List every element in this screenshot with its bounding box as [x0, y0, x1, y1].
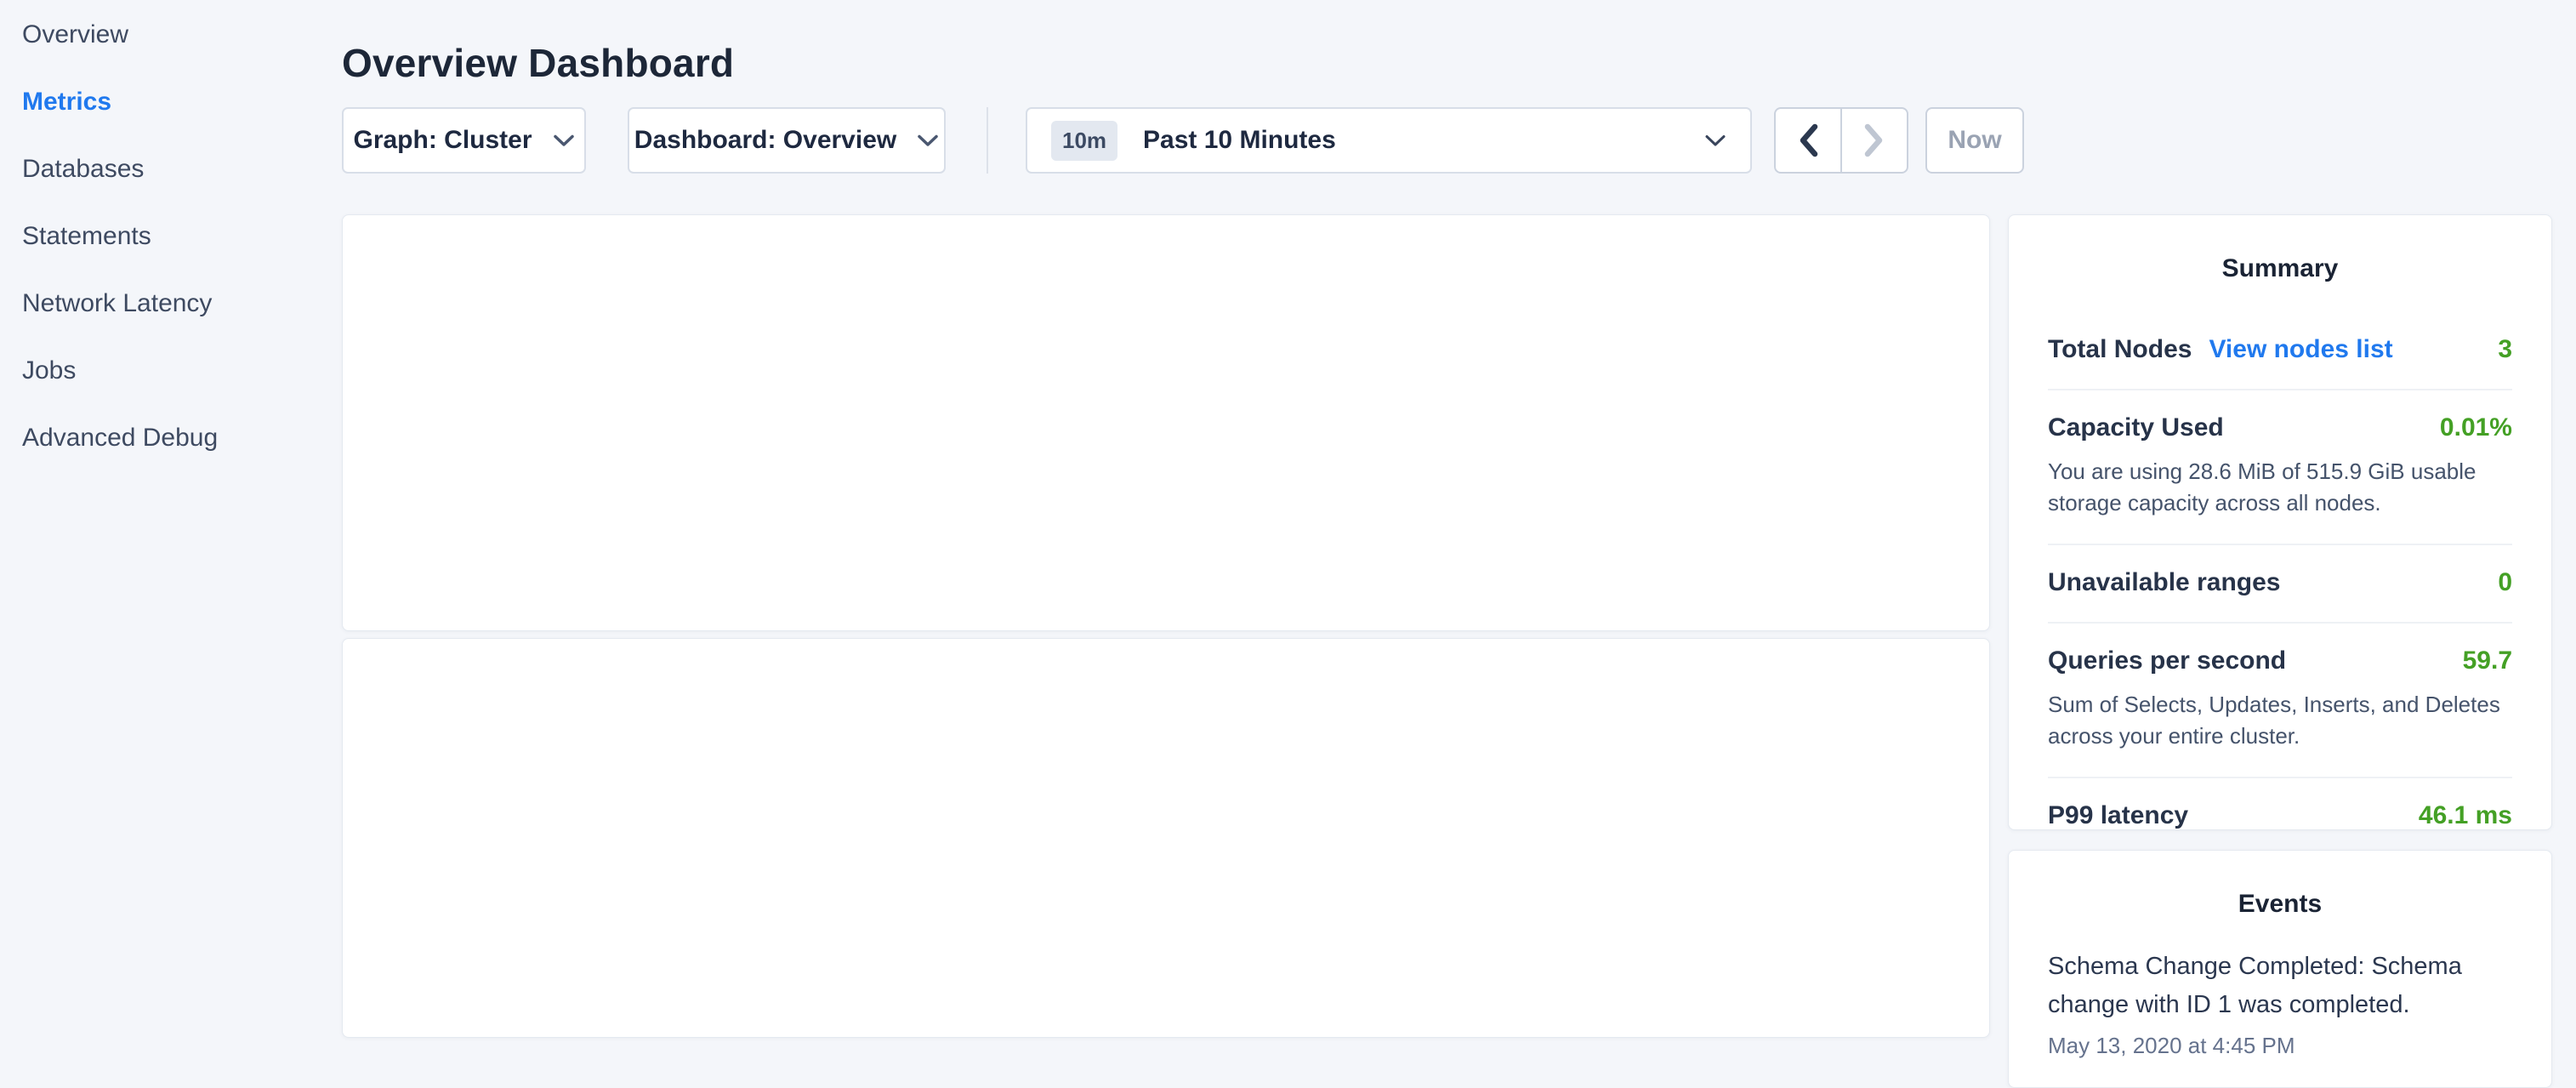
- sidebar-item-network-latency[interactable]: Network Latency: [22, 289, 328, 316]
- now-button[interactable]: Now: [1925, 107, 2024, 174]
- summary-title: Summary: [2048, 215, 2512, 283]
- summary-row-label: Unavailable ranges: [2048, 568, 2280, 597]
- time-range-badge: 10m: [1051, 121, 1117, 161]
- summary-row-subtext: Sum of Selects, Updates, Inserts, and De…: [2048, 689, 2512, 752]
- service-latency-chart-card: [342, 638, 1990, 1038]
- graph-select[interactable]: Graph: Cluster: [342, 107, 586, 174]
- time-step-buttons: [1774, 107, 1908, 174]
- summary-row-value: 3: [2498, 335, 2512, 364]
- summary-row-label: Total Nodes: [2048, 335, 2192, 364]
- summary-row: Capacity Used 0.01% You are using 28.6 MiB…: [2048, 390, 2512, 545]
- chevron-left-icon: [1795, 122, 1821, 158]
- toolbar-divider: [987, 107, 988, 174]
- event-item[interactable]: Schema Change Completed: Schema change w…: [2048, 948, 2512, 1059]
- chevron-down-icon: [1704, 134, 1726, 148]
- chevron-right-icon: [1862, 122, 1887, 158]
- sql-queries-chart-card: [342, 214, 1990, 631]
- prev-time-button[interactable]: [1776, 109, 1842, 172]
- dashboard-select-label: Dashboard: Overview: [634, 126, 896, 155]
- summary-panel: Summary Total Nodes View nodes list 3 Capac…: [2008, 214, 2552, 830]
- time-range-label: Past 10 Minutes: [1143, 126, 1336, 155]
- summary-row: Total Nodes View nodes list 3: [2048, 312, 2512, 390]
- graph-select-label: Graph: Cluster: [353, 126, 532, 155]
- dashboard-select[interactable]: Dashboard: Overview: [628, 107, 946, 174]
- summary-row-head: Queries per second 59.7: [2048, 647, 2512, 675]
- summary-row-value: 0: [2498, 568, 2512, 597]
- summary-row-head: P99 latency 46.1 ms: [2048, 801, 2512, 830]
- view-nodes-list-link[interactable]: View nodes list: [2209, 335, 2392, 364]
- toolbar: Graph: Cluster Dashboard: Overview 10m P…: [342, 107, 2024, 174]
- summary-row-head: Capacity Used 0.01%: [2048, 413, 2512, 442]
- event-timestamp: May 13, 2020 at 4:45 PM: [2048, 1033, 2512, 1059]
- sidebar-item-jobs[interactable]: Jobs: [22, 356, 328, 384]
- sidebar-item-advanced-debug[interactable]: Advanced Debug: [22, 424, 328, 451]
- chevron-down-icon: [553, 134, 575, 148]
- sidebar: Overview Metrics Databases Statements Networ…: [22, 20, 328, 491]
- chevron-down-icon: [917, 134, 939, 148]
- summary-row: P99 latency 46.1 ms: [2048, 778, 2512, 855]
- sidebar-item-databases[interactable]: Databases: [22, 155, 328, 182]
- summary-row-value: 46.1 ms: [2419, 801, 2512, 830]
- summary-row: Unavailable ranges 0: [2048, 545, 2512, 624]
- sidebar-item-overview[interactable]: Overview: [22, 20, 328, 48]
- sidebar-item-metrics[interactable]: Metrics: [22, 88, 328, 115]
- summary-row-head: Total Nodes View nodes list 3: [2048, 335, 2512, 364]
- summary-row-label: P99 latency: [2048, 801, 2188, 830]
- event-message: Schema Change Completed: Schema change w…: [2048, 948, 2490, 1024]
- summary-row-value: 0.01%: [2440, 413, 2512, 442]
- summary-row-head: Unavailable ranges 0: [2048, 568, 2512, 597]
- summary-row-subtext: You are using 28.6 MiB of 515.9 GiB usab…: [2048, 456, 2512, 519]
- summary-row-value: 59.7: [2463, 647, 2512, 675]
- events-title: Events: [2048, 851, 2512, 919]
- summary-row-label: Capacity Used: [2048, 413, 2224, 442]
- events-panel: Events Schema Change Completed: Schema c…: [2008, 850, 2552, 1088]
- sidebar-item-statements[interactable]: Statements: [22, 222, 328, 249]
- time-range-select[interactable]: 10m Past 10 Minutes: [1026, 107, 1752, 174]
- next-time-button[interactable]: [1842, 109, 1907, 172]
- page-title: Overview Dashboard: [342, 40, 734, 86]
- summary-row-label: Queries per second: [2048, 647, 2286, 675]
- summary-row: Queries per second 59.7 Sum of Selects, Up…: [2048, 624, 2512, 778]
